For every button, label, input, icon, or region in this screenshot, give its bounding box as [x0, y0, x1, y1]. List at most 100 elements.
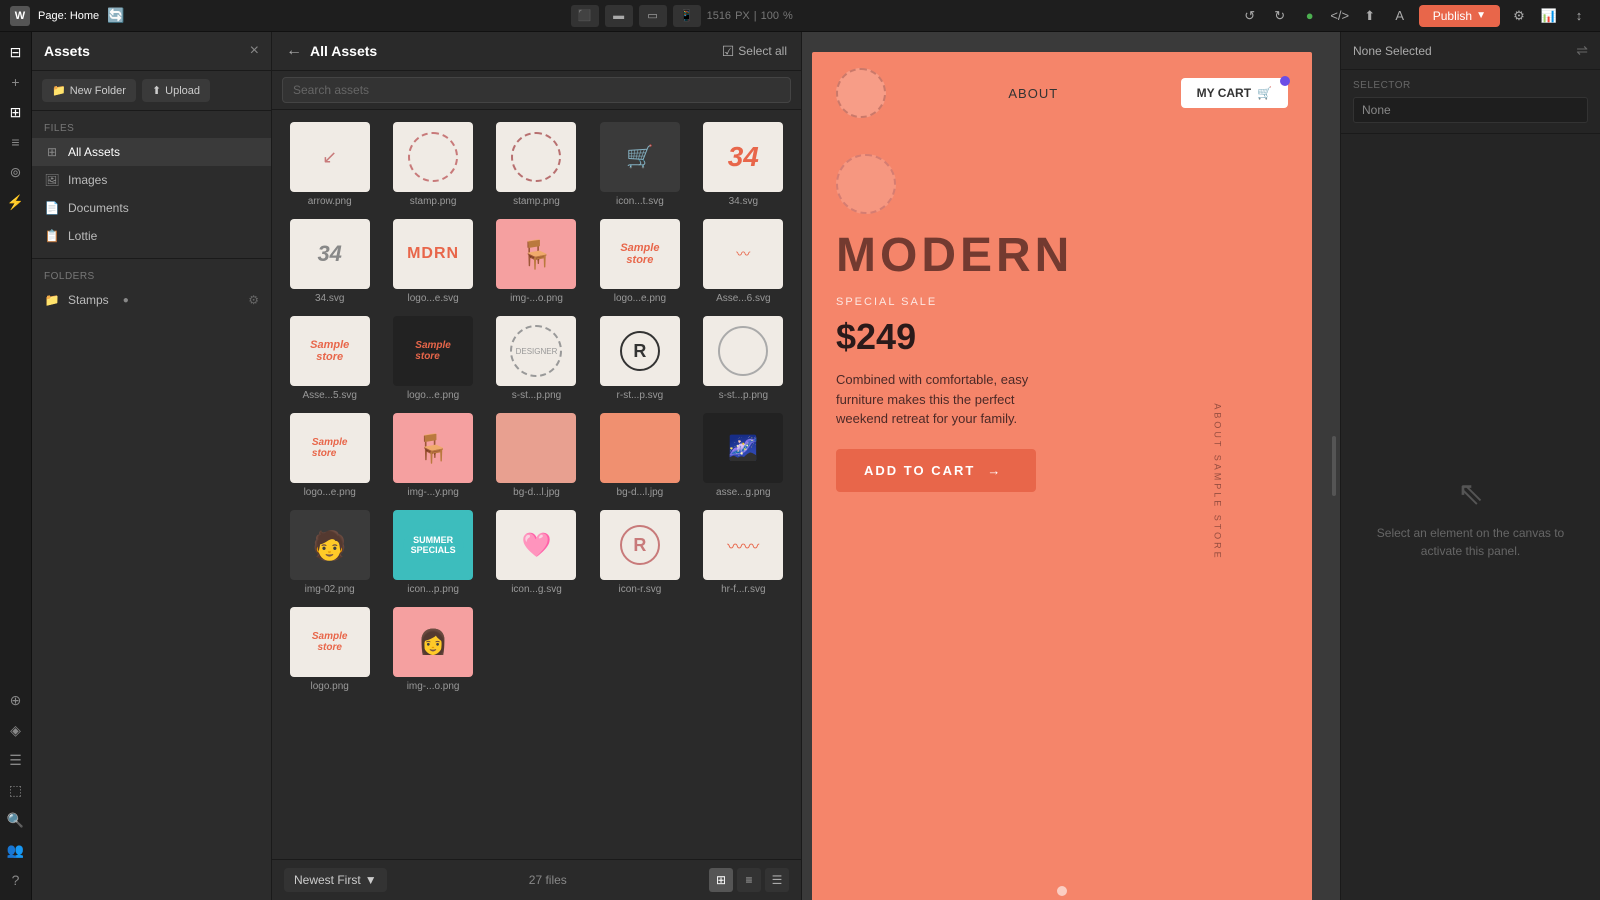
asset-name: s-st...p.png [719, 390, 768, 401]
asset-name: bg-d...l.jpg [617, 487, 664, 498]
sample-store-thumb: Samplestore [620, 242, 659, 266]
settings-btn[interactable]: ⚙ [1508, 5, 1530, 27]
assets-nav-lottie[interactable]: 📋 Lottie [32, 222, 271, 250]
asset-item[interactable]: 🩷 icon...g.svg [487, 506, 586, 599]
assets-nav-all-assets[interactable]: ⊞ All Assets [32, 138, 271, 166]
asset-item[interactable]: 👩 img-...o.png [383, 603, 482, 696]
asset-item[interactable]: Samplestore logo...e.png [280, 409, 379, 502]
asset-item[interactable]: 〰 Asse...6.svg [694, 215, 793, 308]
main-content: ⊟ + ⊞ ≡ ⊚ ⚡ ⊕ ◈ ☰ ⬚ 🔍 👥 ? Assets × 📁 New… [0, 32, 1600, 900]
selector-input[interactable] [1353, 97, 1588, 123]
sidebar-item-add[interactable]: + [2, 68, 30, 96]
asset-item[interactable]: R icon-r.svg [590, 506, 689, 599]
view-toggle: ⊞ ≡ ☰ [709, 868, 789, 892]
view-phone-btn[interactable]: 📱 [673, 5, 701, 27]
view-desktop-btn[interactable]: ⬛ [571, 5, 599, 27]
asset-item[interactable]: 🪑 img-...y.png [383, 409, 482, 502]
sidebar-item-tools4[interactable]: ⬚ [2, 776, 30, 804]
sidebar-item-assets[interactable]: ⊞ [2, 98, 30, 126]
asset-name: icon-r.svg [618, 584, 661, 595]
asset-item[interactable]: Samplestore logo...e.png [383, 312, 482, 405]
view-tablet-btn[interactable]: ▬ [605, 5, 633, 27]
sidebar-item-users[interactable]: 👥 [2, 836, 30, 864]
site-description: Combined with comfortable, easy furnitur… [836, 370, 1036, 429]
list-view-btn[interactable]: ≡ [737, 868, 761, 892]
topbar-center: ⬛ ▬ ▭ 📱 1516 PX | 100 % [571, 5, 793, 27]
asset-item[interactable]: DESIGNER s-st...p.png [487, 312, 586, 405]
asset-thumb: SUMMERSPECIALS [393, 510, 473, 580]
publish-button[interactable]: Publish ▼ [1419, 5, 1500, 27]
sidebar-item-tools3[interactable]: ☰ [2, 746, 30, 774]
asset-item[interactable]: bg-d...l.jpg [590, 409, 689, 502]
sidebar-item-help[interactable]: ? [2, 866, 30, 894]
asset-item[interactable]: Samplestore logo.png [280, 603, 379, 696]
asset-item[interactable]: stamp.png [487, 118, 586, 211]
page-label: Page: Home [38, 10, 99, 22]
asset-name: stamp.png [513, 196, 560, 207]
sidebar-item-cms[interactable]: ⊚ [2, 158, 30, 186]
site-nav-about[interactable]: ABOUT [1008, 86, 1058, 101]
canvas-scrollbar[interactable] [1332, 436, 1336, 496]
right-panel-empty-state: ⇖ Select an element on the canvas to act… [1341, 134, 1600, 900]
site-add-to-cart-btn[interactable]: ADD TO CART → [836, 449, 1036, 492]
asset-item[interactable]: MDRN logo...e.svg [383, 215, 482, 308]
arrow-btn[interactable]: ↕ [1568, 5, 1590, 27]
site-hero: MODERN SPECIAL SALE $249 Combined with c… [812, 134, 1312, 492]
all-assets-header-left: ← All Assets [286, 42, 377, 60]
upload-button[interactable]: ⬆ Upload [142, 79, 210, 102]
right-panel-expand-icon[interactable]: ⇌ [1576, 42, 1588, 59]
asset-item[interactable]: bg-d...l.jpg [487, 409, 586, 502]
assets-footer: Newest First ▼ 27 files ⊞ ≡ ☰ [272, 859, 801, 900]
asset-item[interactable]: 🌌 asse...g.png [694, 409, 793, 502]
asset-item[interactable]: ↙ arrow.png [280, 118, 379, 211]
asset-item[interactable]: 🪑 img-...o.png [487, 215, 586, 308]
sidebar-item-tools2[interactable]: ◈ [2, 716, 30, 744]
sidebar-item-layers[interactable]: ≡ [2, 128, 30, 156]
sort-dropdown[interactable]: Newest First ▼ [284, 868, 387, 892]
asset-item[interactable]: 🧑 img-02.png [280, 506, 379, 599]
sidebar-item-apps[interactable]: ⚡ [2, 188, 30, 216]
assets-nav-documents[interactable]: 📄 Documents [32, 194, 271, 222]
assets-grid: ↙ arrow.png stamp.png stamp.png 🛒 [272, 110, 801, 859]
redo-btn[interactable]: ↻ [1269, 5, 1291, 27]
undo-btn[interactable]: ↺ [1239, 5, 1261, 27]
compact-view-btn[interactable]: ☰ [765, 868, 789, 892]
asset-item[interactable]: 🛒 icon...t.svg [590, 118, 689, 211]
text-btn[interactable]: A [1389, 5, 1411, 27]
asset-item[interactable]: R r-st...p.svg [590, 312, 689, 405]
export-btn[interactable]: ⬆ [1359, 5, 1381, 27]
upload-icon: ⬆ [152, 84, 161, 97]
new-folder-button[interactable]: 📁 New Folder [42, 79, 136, 102]
sidebar-item-pages[interactable]: ⊟ [2, 38, 30, 66]
view-mobile-btn[interactable]: ▭ [639, 5, 667, 27]
designer-circle-thumb: DESIGNER [510, 325, 562, 377]
code-btn[interactable]: </> [1329, 5, 1351, 27]
asset-thumb [496, 122, 576, 192]
assets-panel-close[interactable]: × [250, 42, 259, 60]
asset-item[interactable]: 〰〰 hr-f...r.svg [694, 506, 793, 599]
asset-item[interactable]: Samplestore logo...e.png [590, 215, 689, 308]
asset-item[interactable]: s-st...p.png [694, 312, 793, 405]
asset-thumb: 34 [703, 122, 783, 192]
asset-item[interactable]: SUMMERSPECIALS icon...p.png [383, 506, 482, 599]
search-input[interactable] [282, 77, 791, 103]
folder-gear-icon[interactable]: ⚙ [248, 293, 259, 307]
asset-thumb: Samplestore [290, 607, 370, 677]
grid-view-btn[interactable]: ⊞ [709, 868, 733, 892]
asset-item[interactable]: 34 34.svg [280, 215, 379, 308]
right-panel: None Selected ⇌ Selector ⇖ Select an ele… [1340, 32, 1600, 900]
asset-item[interactable]: Samplestore Asse...5.svg [280, 312, 379, 405]
sidebar-item-search[interactable]: 🔍 [2, 806, 30, 834]
asset-item[interactable]: stamp.png [383, 118, 482, 211]
select-all-btn[interactable]: ☑ Select all [722, 43, 787, 60]
analytics-btn[interactable]: 📊 [1538, 5, 1560, 27]
all-assets-back-btn[interactable]: ← [286, 42, 302, 60]
site-cart-btn[interactable]: MY CART 🛒 [1181, 78, 1288, 108]
right-panel-hint: Select an element on the canvas to activ… [1361, 524, 1580, 560]
folder-stamps[interactable]: 📁 Stamps ● ⚙ [32, 286, 271, 314]
assets-nav-images[interactable]: 🖼 Images [32, 166, 271, 194]
asset-name: logo...e.png [614, 293, 666, 304]
asset-item[interactable]: 34 34.svg [694, 118, 793, 211]
asset-thumb: 🩷 [496, 510, 576, 580]
sidebar-item-tools1[interactable]: ⊕ [2, 686, 30, 714]
